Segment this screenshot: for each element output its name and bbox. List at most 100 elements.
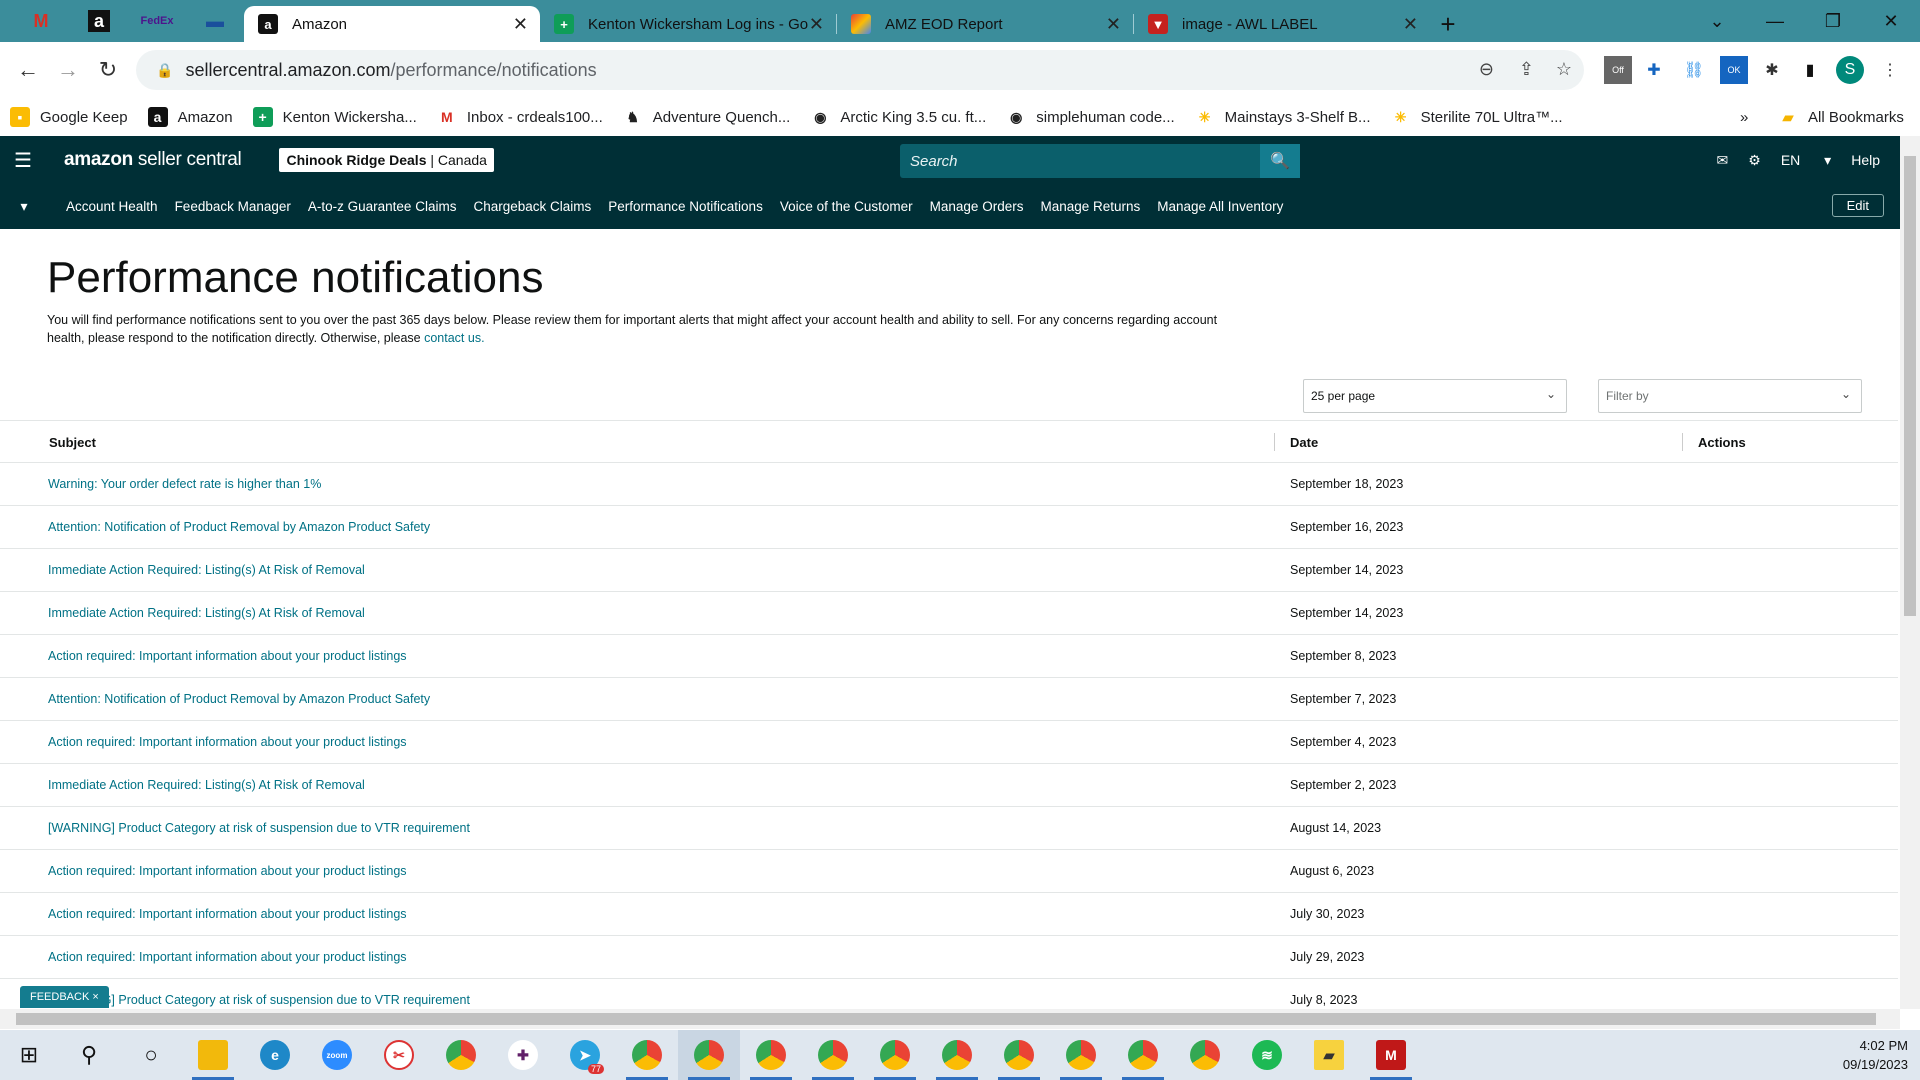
mcafee-button[interactable]: M <box>1360 1030 1422 1080</box>
folder-pinned-tab[interactable]: ▬ <box>186 0 244 42</box>
column-subject[interactable]: Subject <box>49 435 96 450</box>
file-explorer-button[interactable] <box>182 1030 244 1080</box>
help-link[interactable]: Help <box>1851 152 1880 168</box>
menu-icon[interactable]: ⋮ <box>1876 56 1904 84</box>
ext-ok-icon[interactable]: OK <box>1720 56 1748 84</box>
language-selector[interactable]: EN ▾ <box>1781 152 1831 169</box>
edit-button[interactable]: Edit <box>1831 194 1884 217</box>
scroll-thumb[interactable] <box>16 1013 1876 1025</box>
tab-awl-label[interactable]: ▼ image - AWL LABEL ✕ <box>1134 6 1430 42</box>
close-icon[interactable]: × <box>92 991 98 1003</box>
store-switcher[interactable]: Chinook Ridge Deals | Canada <box>279 148 494 172</box>
nav-item-account-health[interactable]: Account Health <box>66 199 158 214</box>
notification-subject-link[interactable]: Attention: Notification of Product Remov… <box>48 692 430 706</box>
back-button[interactable]: ← <box>8 50 48 90</box>
telegram-button[interactable]: ➤ 77 <box>554 1030 616 1080</box>
bookmark-mainstays[interactable]: ✳ Mainstays 3-Shelf B... <box>1195 107 1371 127</box>
bookmark-adventure[interactable]: ♞ Adventure Quench... <box>623 107 790 127</box>
notification-subject-link[interactable]: Action required: Important information a… <box>48 735 407 749</box>
new-tab-button[interactable]: + <box>1430 6 1466 42</box>
task-view-button[interactable]: ○ <box>120 1030 182 1080</box>
chrome-window-7[interactable] <box>988 1030 1050 1080</box>
nav-item-a-to-z[interactable]: A-to-z Guarantee Claims <box>308 199 457 214</box>
nav-item-performance-notifications[interactable]: Performance Notifications <box>608 199 763 214</box>
bookmark-arctic-king[interactable]: ◉ Arctic King 3.5 cu. ft... <box>810 107 986 127</box>
address-bar[interactable]: 🔒 sellercentral.amazon.com/performance/n… <box>136 50 1584 90</box>
notification-subject-link[interactable]: [WARNING] Product Category at risk of su… <box>48 821 470 835</box>
nav-item-chargeback[interactable]: Chargeback Claims <box>473 199 591 214</box>
bookmark-inbox[interactable]: M Inbox - crdeals100... <box>437 107 603 127</box>
zoom-icon[interactable]: ⊖ <box>1479 59 1494 80</box>
chrome-window-4[interactable] <box>802 1030 864 1080</box>
bookmark-kenton[interactable]: + Kenton Wickersha... <box>252 107 417 127</box>
search-taskbar-button[interactable]: ⚲ <box>58 1030 120 1080</box>
side-panel-icon[interactable]: ▮ <box>1796 56 1824 84</box>
nav-item-feedback-manager[interactable]: Feedback Manager <box>175 199 291 214</box>
amazon-pinned-tab[interactable]: a <box>70 0 128 42</box>
close-icon[interactable]: ✕ <box>1403 14 1418 35</box>
tab-kenton-sheet[interactable]: + Kenton Wickersham Log ins - Go ✕ <box>540 6 836 42</box>
more-bookmarks-button[interactable]: » <box>1740 109 1748 126</box>
chrome-window-5[interactable] <box>864 1030 926 1080</box>
search-input[interactable]: Search <box>900 144 1260 178</box>
per-page-select[interactable]: 25 per page ⌄ <box>1303 379 1567 413</box>
bookmark-simplehuman[interactable]: ◉ simplehuman code... <box>1006 107 1175 127</box>
filter-select[interactable]: Filter by ⌄ <box>1598 379 1862 413</box>
snip-button[interactable]: ✂ <box>368 1030 430 1080</box>
chrome-window-2[interactable] <box>678 1030 740 1080</box>
chrome-window-1[interactable] <box>616 1030 678 1080</box>
chrome-window-10[interactable] <box>1174 1030 1236 1080</box>
notification-subject-link[interactable]: Immediate Action Required: Listing(s) At… <box>48 778 365 792</box>
extensions-icon[interactable]: ✱ <box>1758 56 1786 84</box>
restore-button[interactable]: ❐ <box>1804 0 1862 42</box>
bookmark-amazon[interactable]: a Amazon <box>147 107 233 127</box>
ext-puzzle-blue-icon[interactable]: ✚ <box>1640 56 1668 84</box>
feedback-button[interactable]: FEEDBACK × <box>20 986 109 1008</box>
nav-item-manage-inventory[interactable]: Manage All Inventory <box>1157 199 1283 214</box>
zoom-button[interactable]: zoom <box>306 1030 368 1080</box>
contact-us-link[interactable]: contact us. <box>424 331 484 345</box>
all-bookmarks[interactable]: ▰ All Bookmarks <box>1778 107 1904 127</box>
chrome-window-6[interactable] <box>926 1030 988 1080</box>
bookmark-google-keep[interactable]: ▪ Google Keep <box>10 107 128 127</box>
close-window-button[interactable]: ✕ <box>1862 0 1920 42</box>
forward-button[interactable]: → <box>48 50 88 90</box>
close-icon[interactable]: ✕ <box>1106 14 1121 35</box>
sticky-notes-button[interactable]: ▰ <box>1298 1030 1360 1080</box>
reload-button[interactable]: ↻ <box>88 50 128 90</box>
close-icon[interactable]: ✕ <box>809 14 824 35</box>
notification-subject-link[interactable]: Action required: Important information a… <box>48 649 407 663</box>
tab-eod-report[interactable]: AMZ EOD Report ✕ <box>837 6 1133 42</box>
gear-icon[interactable]: ⚙ <box>1748 152 1761 169</box>
scroll-thumb[interactable] <box>1904 156 1916 616</box>
notification-subject-link[interactable]: Immediate Action Required: Listing(s) At… <box>48 606 365 620</box>
chrome-window-8[interactable] <box>1050 1030 1112 1080</box>
close-icon[interactable]: ✕ <box>513 14 528 35</box>
slack-button[interactable]: ✚ <box>492 1030 554 1080</box>
share-icon[interactable]: ⇪ <box>1519 59 1534 80</box>
edge-button[interactable]: e <box>244 1030 306 1080</box>
chrome-profile-button[interactable] <box>430 1030 492 1080</box>
notification-subject-link[interactable]: Action required: Important information a… <box>48 950 407 964</box>
ext-link-icon[interactable]: ⛓ <box>1680 56 1708 84</box>
lock-icon[interactable]: 🔒 <box>156 62 173 79</box>
notification-subject-link[interactable]: Attention: Notification of Product Remov… <box>48 520 430 534</box>
gmail-pinned-tab[interactable]: M <box>12 0 70 42</box>
profile-avatar[interactable]: S <box>1836 56 1864 84</box>
minimize-button[interactable]: — <box>1746 0 1804 42</box>
system-clock[interactable]: 4:02 PM 09/19/2023 <box>1843 1036 1908 1074</box>
hamburger-menu-icon[interactable]: ☰ <box>0 148 46 173</box>
chrome-window-3[interactable] <box>740 1030 802 1080</box>
vertical-scrollbar[interactable] <box>1900 136 1920 1009</box>
chrome-window-9[interactable] <box>1112 1030 1174 1080</box>
notification-subject-link[interactable]: Action required: Important information a… <box>48 907 407 921</box>
notification-subject-link[interactable]: Action required: Important information a… <box>48 864 407 878</box>
brand-logo[interactable]: amazon seller central <box>64 149 242 171</box>
search-button[interactable]: 🔍 <box>1260 144 1300 178</box>
tab-amazon[interactable]: a Amazon ✕ <box>244 6 540 42</box>
notification-subject-link[interactable]: Immediate Action Required: Listing(s) At… <box>48 563 365 577</box>
bookmark-sterilite[interactable]: ✳ Sterilite 70L Ultra™... <box>1391 107 1563 127</box>
star-icon[interactable]: ☆ <box>1556 59 1572 80</box>
nav-item-voice-of-customer[interactable]: Voice of the Customer <box>780 199 913 214</box>
notification-subject-link[interactable]: [WARNING] Product Category at risk of su… <box>48 993 470 1007</box>
